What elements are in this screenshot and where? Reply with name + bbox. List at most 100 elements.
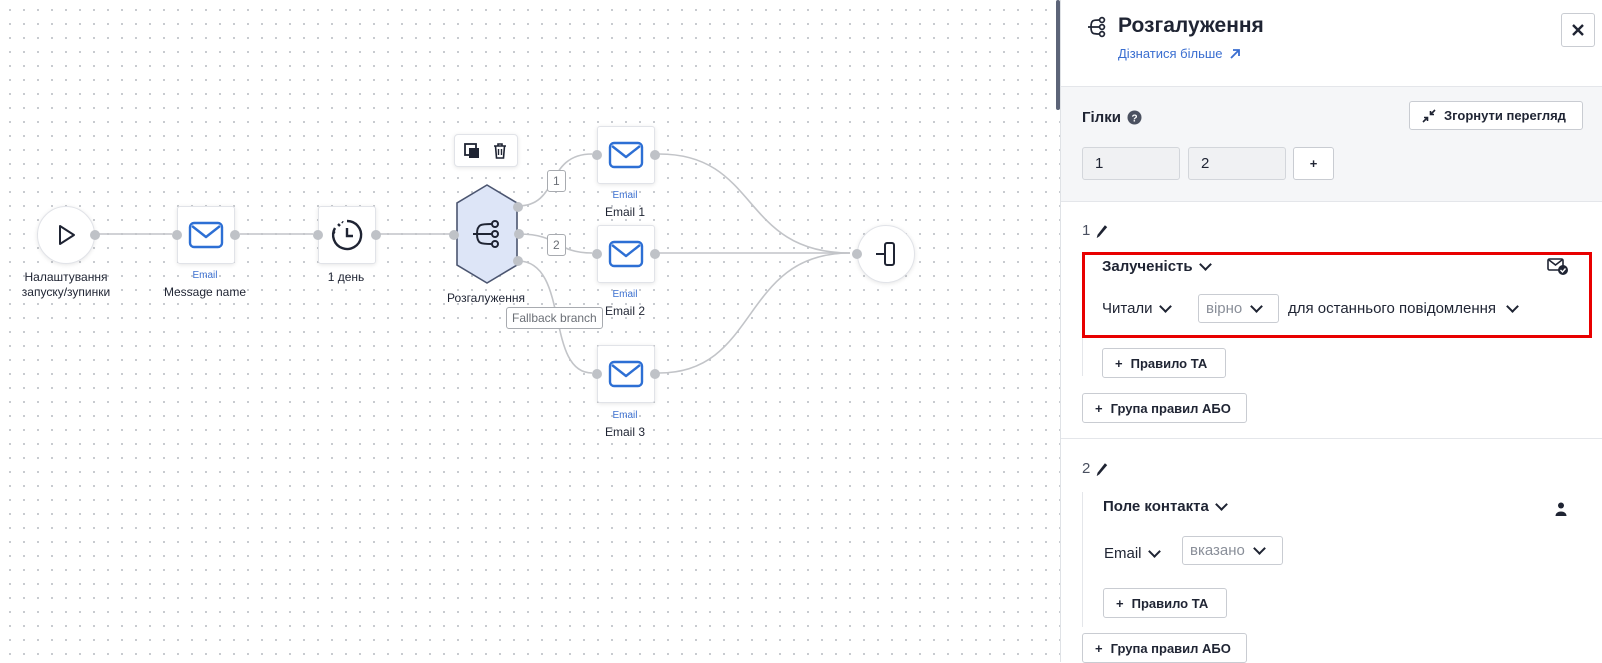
learn-more-link[interactable]: Дізнатися більше bbox=[1118, 46, 1241, 61]
chevron-down-icon bbox=[1253, 542, 1266, 555]
condition-dropdown[interactable]: Читали bbox=[1102, 300, 1172, 317]
branch-label: Розгалуження bbox=[447, 291, 525, 305]
branch-icon bbox=[1088, 16, 1106, 38]
panel-title: Розгалуження bbox=[1118, 14, 1264, 37]
branch-input-1[interactable]: 1 bbox=[1082, 147, 1180, 180]
email-node-1[interactable] bbox=[592, 126, 660, 184]
copy-icon[interactable] bbox=[463, 142, 481, 160]
value-select[interactable]: вказано bbox=[1182, 536, 1283, 565]
email2-type: Email bbox=[612, 289, 638, 300]
rule-type-label: Поле контакта bbox=[1103, 498, 1209, 515]
or-group-button-2[interactable]: + Група правил АБО bbox=[1082, 633, 1247, 663]
node-toolbar bbox=[454, 134, 518, 167]
branches-section: Гілки ? Згорнути перегляд 1 2 + bbox=[1061, 87, 1602, 202]
person-icon bbox=[1555, 502, 1567, 516]
chevron-down-icon bbox=[1214, 498, 1228, 511]
email1-type: Email bbox=[612, 190, 638, 201]
input-port[interactable] bbox=[592, 369, 602, 379]
input-port[interactable] bbox=[592, 249, 602, 259]
branch2-heading: 2 bbox=[1082, 460, 1108, 477]
email-node-3[interactable] bbox=[592, 345, 660, 403]
delay-label: 1 день bbox=[327, 270, 365, 284]
branch-node[interactable] bbox=[449, 183, 524, 285]
start-node[interactable] bbox=[37, 206, 100, 264]
trash-icon[interactable] bbox=[491, 142, 509, 160]
branch-tag-1[interactable]: 1 bbox=[547, 170, 566, 192]
rule-type-dropdown[interactable]: Залученість bbox=[1102, 258, 1212, 275]
envelope-icon bbox=[608, 360, 644, 388]
email3-label: Email 3 bbox=[604, 425, 645, 439]
email-node-main[interactable] bbox=[172, 206, 240, 264]
chevron-down-icon bbox=[1147, 545, 1161, 558]
branch1-number: 1 bbox=[1082, 222, 1091, 239]
or-group-label: Група правил АБО bbox=[1110, 640, 1231, 656]
plus-icon: + bbox=[1095, 400, 1103, 416]
or-group-label: Група правил АБО bbox=[1110, 400, 1231, 416]
collapse-view-label: Згорнути перегляд bbox=[1444, 108, 1566, 123]
chevron-down-icon bbox=[1250, 300, 1264, 313]
output-port[interactable] bbox=[90, 230, 100, 240]
start-label-line1: Налаштування bbox=[24, 270, 108, 284]
input-port[interactable] bbox=[592, 150, 602, 160]
collapse-icon bbox=[1422, 108, 1436, 123]
input-port[interactable] bbox=[852, 249, 862, 259]
output-port-fallback[interactable] bbox=[513, 256, 523, 266]
output-port[interactable] bbox=[650, 150, 660, 160]
output-port[interactable] bbox=[371, 230, 381, 240]
and-rule-button-1[interactable]: + Правило ТА bbox=[1102, 348, 1226, 378]
condition-label: Читали bbox=[1102, 300, 1153, 317]
input-port[interactable] bbox=[313, 230, 323, 240]
or-group-button-1[interactable]: + Група правил АБО bbox=[1082, 393, 1247, 423]
scope-label: для останнього повідомлення bbox=[1288, 300, 1497, 317]
scope-dropdown[interactable]: для останнього повідомлення bbox=[1288, 300, 1519, 317]
branch-input-2[interactable]: 2 bbox=[1188, 147, 1286, 180]
exit-icon bbox=[876, 242, 895, 266]
chevron-down-icon bbox=[1158, 300, 1172, 313]
email3-type: Email bbox=[612, 410, 638, 421]
add-branch-button[interactable]: + bbox=[1293, 147, 1334, 180]
value-label: вірно bbox=[1206, 300, 1243, 317]
plus-icon: + bbox=[1095, 640, 1103, 656]
output-port[interactable] bbox=[650, 249, 660, 259]
chevron-down-icon bbox=[1198, 258, 1212, 271]
envelope-icon bbox=[188, 221, 224, 249]
collapse-view-button[interactable]: Згорнути перегляд bbox=[1409, 101, 1583, 130]
and-rule-label: Правило ТА bbox=[1131, 595, 1209, 611]
close-icon bbox=[1572, 24, 1584, 36]
branch1-heading: 1 bbox=[1082, 222, 1108, 239]
workflow-edges bbox=[98, 153, 851, 374]
edge-email1-end bbox=[658, 153, 851, 254]
condition-dropdown[interactable]: Email bbox=[1104, 545, 1161, 562]
rule-line-1 bbox=[1082, 338, 1084, 376]
and-rule-button-2[interactable]: + Правило ТА bbox=[1103, 588, 1227, 618]
close-button[interactable] bbox=[1561, 13, 1595, 47]
output-port[interactable] bbox=[230, 230, 240, 240]
pencil-icon[interactable] bbox=[1096, 462, 1108, 476]
learn-more-label: Дізнатися більше bbox=[1118, 46, 1223, 61]
envelope-icon bbox=[608, 141, 644, 169]
branch2-number: 2 bbox=[1082, 460, 1091, 477]
plus-icon: + bbox=[1115, 355, 1123, 371]
branch-divider bbox=[1061, 438, 1602, 439]
email-main-type: Email bbox=[192, 270, 218, 281]
branch-tag-2[interactable]: 2 bbox=[547, 234, 566, 256]
help-icon[interactable]: ? bbox=[1127, 110, 1142, 125]
email-node-2[interactable] bbox=[592, 225, 660, 283]
input-port[interactable] bbox=[449, 230, 459, 240]
workflow-canvas[interactable]: Налаштування запуску/зупинки Email Messa… bbox=[0, 0, 1060, 662]
branches-title-text: Гілки bbox=[1082, 109, 1121, 126]
arrow-up-right-icon bbox=[1229, 48, 1240, 59]
timer-icon bbox=[331, 219, 363, 251]
end-node[interactable] bbox=[852, 225, 915, 283]
delay-node[interactable] bbox=[313, 206, 381, 264]
value-select[interactable]: вірно bbox=[1198, 294, 1279, 323]
branches-title: Гілки ? bbox=[1082, 109, 1142, 126]
pencil-icon[interactable] bbox=[1096, 224, 1108, 238]
output-port[interactable] bbox=[650, 369, 660, 379]
output-port-1[interactable] bbox=[513, 202, 523, 212]
condition-label: Email bbox=[1104, 545, 1142, 562]
rule-type-dropdown[interactable]: Поле контакта bbox=[1103, 498, 1228, 515]
and-rule-label: Правило ТА bbox=[1130, 355, 1208, 371]
input-port[interactable] bbox=[172, 230, 182, 240]
output-port-2[interactable] bbox=[514, 229, 524, 239]
